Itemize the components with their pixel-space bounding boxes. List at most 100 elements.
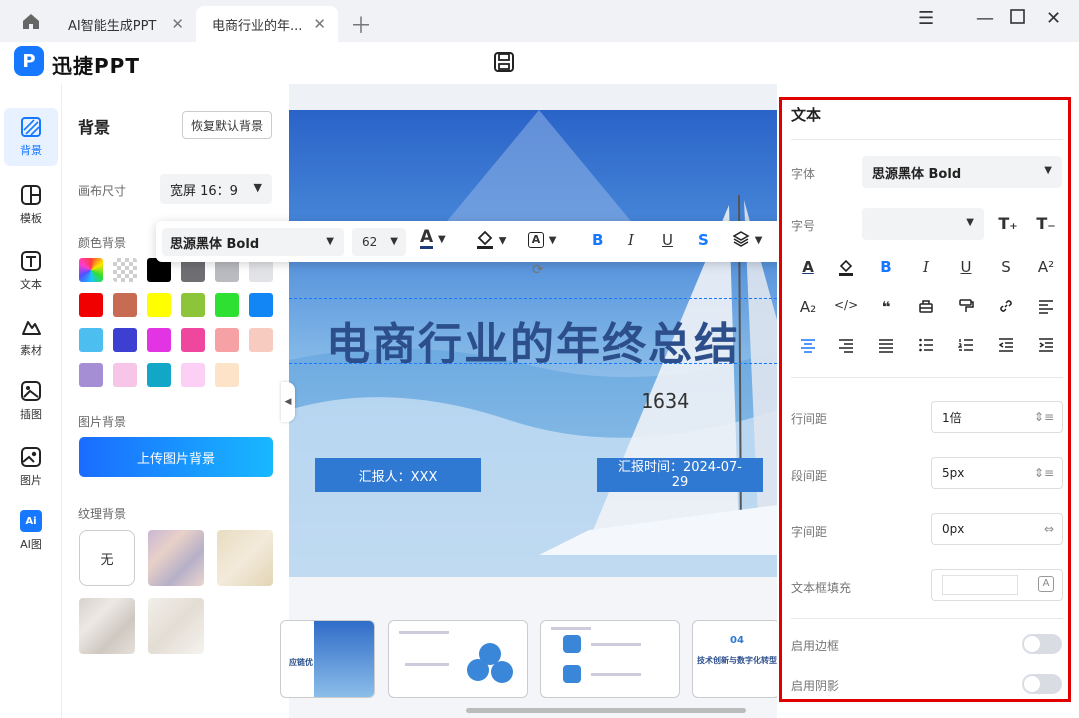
save-button[interactable] [492, 50, 518, 76]
texture-marble-gray[interactable] [79, 598, 135, 654]
toolbar-font-select[interactable]: 思源黑体 Bold ▼ [162, 228, 344, 256]
enable-shadow-toggle[interactable] [1022, 674, 1062, 694]
slide-thumbnail-1[interactable]: 应链优 [280, 620, 375, 698]
home-button[interactable] [12, 6, 50, 36]
indent-button[interactable] [1034, 337, 1058, 357]
underline-button[interactable]: U [954, 258, 978, 276]
font-size-select[interactable]: ▼ [862, 208, 984, 240]
upload-background-button[interactable]: 上传图片背景 [79, 437, 273, 477]
sail-number: 1634 [641, 389, 689, 413]
italic-button[interactable]: I [914, 258, 938, 276]
color-swatch[interactable] [249, 293, 273, 317]
thumbnail-scrollbar[interactable] [466, 708, 746, 713]
color-swatch[interactable] [113, 328, 137, 352]
rail-item-material[interactable]: 素材 [4, 308, 58, 366]
align-left-button[interactable] [1034, 298, 1058, 318]
code-button[interactable]: </> [834, 298, 858, 312]
paragraph-spacing-input[interactable]: 5px ⇕≡ [931, 457, 1063, 489]
texture-paper-beige[interactable] [217, 530, 273, 586]
texture-marble-white[interactable] [148, 598, 204, 654]
text-effect-button[interactable]: A ▼ [528, 229, 556, 248]
color-swatch[interactable] [181, 328, 205, 352]
bullet-list-button[interactable] [914, 337, 938, 357]
color-swatch[interactable] [79, 293, 103, 317]
font-color-button[interactable]: A ▼ [420, 228, 446, 249]
color-swatch[interactable] [113, 363, 137, 387]
color-swatch[interactable] [79, 363, 103, 387]
subscript-button[interactable]: A₂ [796, 298, 820, 316]
color-swatch[interactable] [181, 293, 205, 317]
toolbar-size-select[interactable]: 62 ▼ [352, 228, 406, 256]
color-swatch[interactable] [249, 328, 273, 352]
reporter-box[interactable]: 汇报人：XXX [315, 458, 481, 492]
close-tab-icon[interactable]: ✕ [171, 15, 184, 33]
layer-button[interactable]: ▼ [732, 229, 762, 248]
increase-font-button[interactable]: T₊ [996, 214, 1020, 233]
font-family-select[interactable]: 思源黑体 Bold ▼ [862, 156, 1062, 188]
color-swatch[interactable] [215, 363, 239, 387]
character-spacing-input[interactable]: 0px ⇔ [931, 513, 1063, 545]
texture-marble-pink[interactable] [148, 530, 204, 586]
color-swatch[interactable] [147, 293, 171, 317]
clear-format-button[interactable] [914, 298, 938, 318]
rail-item-template[interactable]: 模板 [4, 176, 58, 234]
slide-thumbnail-4[interactable]: 04 技术创新与数字化转型 [692, 620, 780, 698]
format-painter-button[interactable] [954, 298, 978, 318]
slide-thumbnail-3[interactable] [540, 620, 680, 698]
numbered-list-button[interactable] [954, 337, 978, 357]
collapse-panel-button[interactable]: ◀ [281, 382, 295, 422]
enable-border-toggle[interactable] [1022, 634, 1062, 654]
italic-button[interactable]: I [628, 231, 634, 249]
color-swatch[interactable] [147, 328, 171, 352]
rail-item-illustration[interactable]: 插图 [4, 372, 58, 430]
color-swatch[interactable] [79, 258, 103, 282]
strikethrough-button[interactable]: S [994, 258, 1018, 276]
color-swatch[interactable] [181, 363, 205, 387]
new-tab-icon[interactable]: ＋ [350, 8, 372, 40]
highlight-color-button[interactable]: ▼ [476, 228, 506, 250]
reset-background-button[interactable]: 恢复默认背景 [182, 111, 272, 139]
menu-icon[interactable]: ☰ [918, 8, 934, 29]
rail-item-background[interactable]: 背景 [4, 108, 58, 166]
align-right-button[interactable] [834, 337, 858, 357]
texture-none-option[interactable]: 无 [79, 530, 135, 586]
textbox-fill-input[interactable]: A [931, 569, 1063, 601]
close-tab-icon[interactable]: ✕ [313, 15, 326, 33]
minimize-icon[interactable]: — [976, 8, 994, 29]
slide-canvas[interactable]: 1634 电商行业的年终总结 汇报人：XXX 汇报时间：2024-07-29 [289, 110, 777, 577]
align-justify-button[interactable] [874, 337, 898, 357]
report-time-box[interactable]: 汇报时间：2024-07-29 [597, 458, 763, 492]
color-swatch[interactable] [215, 328, 239, 352]
rotate-handle-icon[interactable]: ⟳ [532, 262, 544, 278]
highlight-button[interactable] [834, 258, 858, 280]
tab-ai-generate[interactable]: AI智能生成PPT ✕ [52, 6, 196, 42]
rail-item-ai-image[interactable]: Ai AI图 [4, 502, 58, 560]
maximize-icon[interactable] [1010, 8, 1026, 29]
underline-button[interactable]: U [662, 231, 673, 249]
superscript-button[interactable]: A² [1034, 258, 1058, 276]
strikethrough-button[interactable]: S [698, 231, 709, 249]
color-swatch[interactable] [147, 363, 171, 387]
color-swatch[interactable] [215, 293, 239, 317]
canvas-size-select[interactable]: 宽屏 16：9 ▼ [160, 174, 272, 204]
bold-button[interactable]: B [874, 258, 898, 276]
slide-title[interactable]: 电商行业的年终总结 [289, 308, 777, 372]
decrease-font-button[interactable]: T₋ [1034, 214, 1058, 233]
font-color-button[interactable]: A [796, 258, 820, 276]
color-swatch[interactable] [113, 293, 137, 317]
close-window-icon[interactable]: ✕ [1046, 8, 1061, 29]
color-swatch[interactable] [113, 258, 137, 282]
rail-item-image[interactable]: 图片 [4, 438, 58, 496]
bold-button[interactable]: B [592, 231, 603, 249]
outdent-button[interactable] [994, 337, 1018, 357]
tab-label: 电商行业的年... [212, 18, 303, 34]
slide-thumbnail-2[interactable] [388, 620, 528, 698]
align-center-button[interactable] [796, 337, 820, 357]
indent-icon [1039, 338, 1053, 352]
color-swatch[interactable] [79, 328, 103, 352]
link-button[interactable] [994, 298, 1018, 318]
tab-current-document[interactable]: 电商行业的年... ✕ [196, 6, 338, 42]
quote-button[interactable]: ❝ [874, 298, 898, 316]
rail-item-text[interactable]: 文本 [4, 242, 58, 300]
line-spacing-input[interactable]: 1倍 ⇕≡ [931, 401, 1063, 433]
